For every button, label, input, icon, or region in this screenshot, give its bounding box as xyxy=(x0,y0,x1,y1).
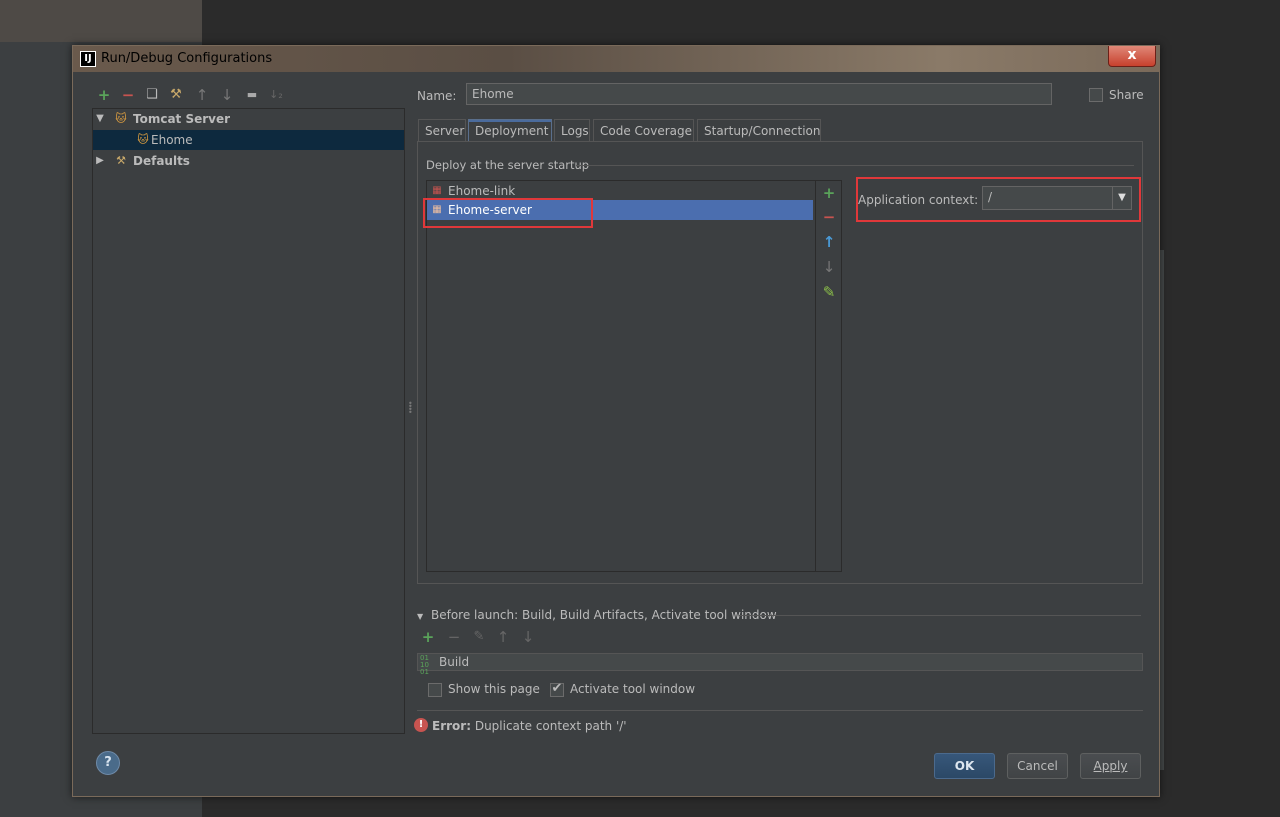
apply-button[interactable]: Apply xyxy=(1080,753,1141,779)
add-icon[interactable]: + xyxy=(95,86,113,104)
background-window-top xyxy=(0,0,202,42)
activate-tool-window-checkbox[interactable]: ✔ xyxy=(550,681,564,697)
intellij-icon: IJ xyxy=(80,51,96,67)
ok-button[interactable]: OK xyxy=(934,753,995,779)
help-button[interactable]: ? xyxy=(96,751,120,775)
arrow-down-icon[interactable]: ↓ xyxy=(820,258,838,276)
tree-item-label: Ehome xyxy=(151,133,193,147)
chevron-right-icon[interactable]: ▶ xyxy=(95,151,105,171)
tree-item-label: Defaults xyxy=(133,154,190,168)
cancel-button[interactable]: Cancel xyxy=(1007,753,1068,779)
activate-tool-window-label: Activate tool window xyxy=(570,682,696,696)
tomcat-icon: 🐱 xyxy=(137,133,149,146)
dialog-title: Run/Debug Configurations xyxy=(101,51,273,66)
artifact-list-toolbar: + − ↑ ↓ ✎ xyxy=(815,181,841,571)
share-label: Share xyxy=(1109,88,1144,102)
arrow-down-icon[interactable]: ↓ xyxy=(519,628,537,646)
before-launch-divider xyxy=(739,615,1141,616)
deploy-group-title: Deploy at the server startup xyxy=(426,158,590,172)
show-this-page-label: Show this page xyxy=(448,682,540,696)
deployment-panel: Deploy at the server startup ▦ Ehome-lin… xyxy=(417,141,1143,584)
arrow-down-icon[interactable]: ↓ xyxy=(218,86,236,104)
highlight-box xyxy=(856,177,1141,222)
tab-logs[interactable]: Logs xyxy=(554,119,590,141)
splitter-handle[interactable]: • • • • xyxy=(408,400,413,417)
share-checkbox[interactable] xyxy=(1089,88,1103,102)
chevron-down-icon[interactable]: ▼ xyxy=(417,612,423,621)
artifact-list[interactable]: ▦ Ehome-link ▦ Ehome-server + − ↑ ↓ ✎ xyxy=(426,180,842,572)
arrow-up-icon[interactable]: ↑ xyxy=(193,86,211,104)
name-label: Name: xyxy=(417,89,457,103)
build-icon: 01 10 01 xyxy=(420,654,429,676)
dialog-content: + − ❑ ⚒ ↑ ↓ ▬ ↓₂ ▼ 🐱 Tomcat Server 🐱 Eho… xyxy=(79,72,1153,790)
edit-defaults-icon[interactable]: ⚒ xyxy=(167,86,185,104)
checkmark-icon: ✔ xyxy=(551,681,563,696)
show-this-page-checkbox[interactable] xyxy=(428,683,442,697)
add-icon[interactable]: + xyxy=(419,628,437,646)
title-bar[interactable]: IJ Run/Debug Configurations x xyxy=(73,46,1159,72)
tab-startup-connection[interactable]: Startup/Connection xyxy=(697,119,821,141)
tree-item-label: Tomcat Server xyxy=(133,112,231,126)
artifact-icon: ▦ xyxy=(432,185,442,196)
arrow-up-icon[interactable]: ↑ xyxy=(494,628,512,646)
tree-item-ehome[interactable]: 🐱 Ehome xyxy=(93,130,404,150)
sort-icon[interactable]: ↓₂ xyxy=(267,86,285,104)
error-prefix: Error: xyxy=(432,719,471,733)
before-launch-task-build[interactable]: 01 10 01 Build xyxy=(417,653,1143,676)
group-divider xyxy=(576,165,1134,166)
pencil-icon[interactable]: ✎ xyxy=(820,283,838,301)
task-label: Build xyxy=(439,655,470,669)
error-message: Error: Duplicate context path '/' xyxy=(432,719,627,733)
remove-icon[interactable]: − xyxy=(445,628,463,646)
folder-icon[interactable]: ▬ xyxy=(243,86,261,104)
error-text: Duplicate context path '/' xyxy=(474,719,627,733)
tomcat-icon: 🐱 xyxy=(115,112,127,125)
copy-icon[interactable]: ❑ xyxy=(143,86,161,104)
error-divider xyxy=(417,710,1143,711)
chevron-down-icon[interactable]: ▼ xyxy=(95,109,105,129)
run-debug-configurations-dialog: IJ Run/Debug Configurations x + − ❑ ⚒ ↑ … xyxy=(72,45,1160,797)
tree-item-tomcat-server[interactable]: ▼ 🐱 Tomcat Server xyxy=(93,109,404,129)
add-icon[interactable]: + xyxy=(820,184,838,202)
wrench-icon: ⚒ xyxy=(116,154,126,167)
tree-item-defaults[interactable]: ▶ ⚒ Defaults xyxy=(93,151,404,171)
name-input[interactable] xyxy=(466,83,1052,105)
tab-code-coverage[interactable]: Code Coverage xyxy=(593,119,694,141)
configurations-tree[interactable]: ▼ 🐱 Tomcat Server 🐱 Ehome ▶ ⚒ Defaults xyxy=(92,108,405,734)
before-launch-title: Before launch: Build, Build Artifacts, A… xyxy=(430,608,777,622)
highlight-box xyxy=(423,198,593,228)
remove-icon[interactable]: − xyxy=(119,86,137,104)
before-launch-header[interactable]: ▼ Before launch: Build, Build Artifacts,… xyxy=(417,608,777,622)
tab-deployment[interactable]: Deployment xyxy=(468,119,552,141)
close-button[interactable]: x xyxy=(1108,46,1156,67)
error-icon: ! xyxy=(414,718,428,732)
pencil-icon[interactable]: ✎ xyxy=(470,628,488,646)
remove-icon[interactable]: − xyxy=(820,208,838,226)
arrow-up-icon[interactable]: ↑ xyxy=(820,233,838,251)
tab-server[interactable]: Server xyxy=(418,119,466,141)
